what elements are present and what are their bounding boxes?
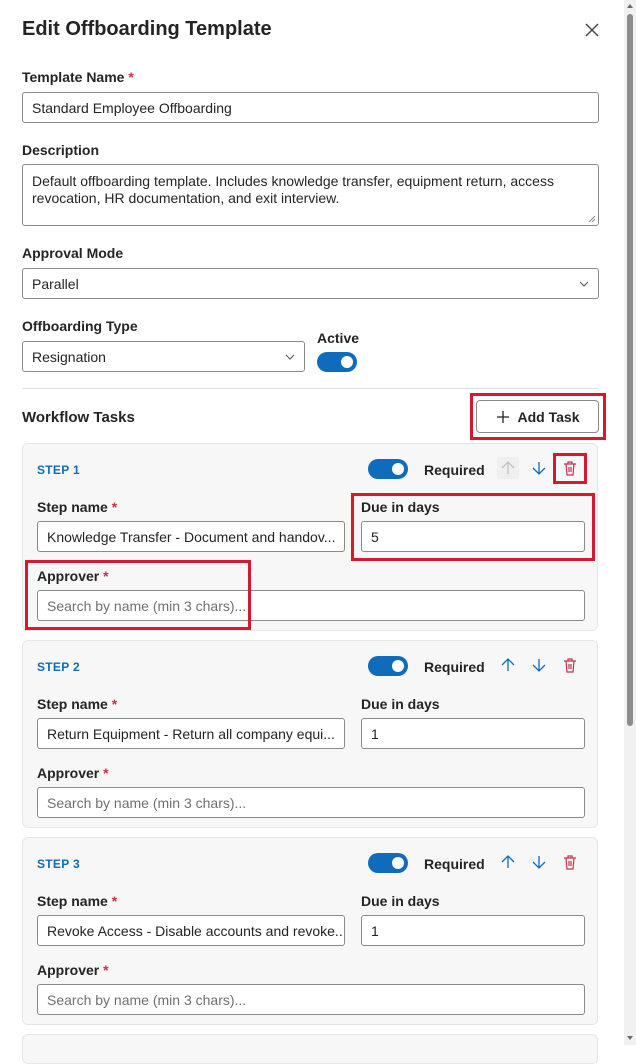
description-textarea[interactable]: Default offboarding template. Includes k… xyxy=(22,164,599,226)
step-name-value: Revoke Access - Disable accounts and rev… xyxy=(47,922,345,939)
required-toggle[interactable] xyxy=(368,656,408,676)
step-card-3: STEP 3 Required Step name * Revoke Acces… xyxy=(22,837,598,1025)
step-label: STEP 1 xyxy=(37,463,80,477)
due-days-label: Due in days xyxy=(361,696,440,712)
approval-mode-value: Parallel xyxy=(32,275,79,292)
due-days-input[interactable]: 1 xyxy=(361,718,585,749)
section-divider xyxy=(22,388,598,389)
required-label: Required xyxy=(424,659,485,675)
delete-step-button[interactable] xyxy=(559,654,581,676)
trash-icon xyxy=(564,461,576,476)
approver-placeholder: Search by name (min 3 chars)... xyxy=(47,991,247,1008)
chevron-down-icon xyxy=(285,354,295,360)
offboarding-type-label: Offboarding Type xyxy=(22,318,138,334)
arrow-up-icon xyxy=(501,855,515,868)
step-name-input[interactable]: Revoke Access - Disable accounts and rev… xyxy=(37,915,345,946)
panel-title: Edit Offboarding Template xyxy=(22,18,272,40)
vertical-scrollbar[interactable] xyxy=(624,0,636,1045)
approver-search-input[interactable]: Search by name (min 3 chars)... xyxy=(37,787,585,818)
step-card-1: STEP 1 Required Step name * Knowledge Tr… xyxy=(22,443,598,631)
template-name-input[interactable]: Standard Employee Offboarding xyxy=(22,92,599,123)
scroll-down-icon[interactable] xyxy=(626,1034,634,1042)
approver-label: Approver * xyxy=(37,962,109,978)
edit-template-panel: Edit Offboarding Template Template Name … xyxy=(0,0,624,1064)
required-toggle[interactable] xyxy=(368,459,408,479)
move-down-button[interactable] xyxy=(528,851,550,873)
arrow-down-icon xyxy=(532,462,546,475)
step-name-input[interactable]: Return Equipment - Return all company eq… xyxy=(37,718,345,749)
arrow-up-icon xyxy=(501,461,515,474)
offboarding-type-value: Resignation xyxy=(32,348,106,365)
move-down-button[interactable] xyxy=(528,457,550,479)
step-card-4 xyxy=(22,1034,598,1064)
active-label: Active xyxy=(317,330,360,346)
plus-icon xyxy=(496,410,509,423)
step-name-input[interactable]: Knowledge Transfer - Document and handov… xyxy=(37,521,345,552)
required-toggle[interactable] xyxy=(368,853,408,873)
arrow-down-icon xyxy=(532,659,546,672)
required-label: Required xyxy=(424,856,485,872)
scroll-up-icon[interactable] xyxy=(626,2,634,10)
description-value: Default offboarding template. Includes k… xyxy=(32,173,554,206)
workflow-tasks-heading: Workflow Tasks xyxy=(22,409,135,426)
arrow-up-icon xyxy=(501,658,515,671)
chevron-down-icon xyxy=(579,281,589,287)
offboarding-type-select[interactable]: Resignation xyxy=(22,341,305,372)
close-icon[interactable] xyxy=(582,20,602,40)
step-name-value: Return Equipment - Return all company eq… xyxy=(47,725,335,742)
due-days-value: 1 xyxy=(371,922,379,939)
move-down-button[interactable] xyxy=(528,654,550,676)
arrow-down-icon xyxy=(532,856,546,869)
trash-icon xyxy=(564,658,576,673)
add-task-label: Add Task xyxy=(517,408,580,425)
approval-mode-label: Approval Mode xyxy=(22,245,124,261)
approver-placeholder: Search by name (min 3 chars)... xyxy=(47,597,247,614)
delete-step-button[interactable] xyxy=(559,851,581,873)
step-name-label: Step name * xyxy=(37,696,118,712)
active-toggle[interactable] xyxy=(317,352,357,372)
step-name-label: Step name * xyxy=(37,893,118,909)
due-days-input[interactable]: 5 xyxy=(361,521,585,552)
description-label: Description xyxy=(22,142,100,158)
template-name-value: Standard Employee Offboarding xyxy=(32,99,232,116)
approver-search-input[interactable]: Search by name (min 3 chars)... xyxy=(37,984,585,1015)
due-days-input[interactable]: 1 xyxy=(361,915,585,946)
step-label: STEP 3 xyxy=(37,857,80,871)
approver-search-input[interactable]: Search by name (min 3 chars)... xyxy=(37,590,585,621)
resize-handle-icon[interactable] xyxy=(588,215,596,223)
step-card-2: STEP 2 Required Step name * Return Equip… xyxy=(22,640,598,828)
move-up-button[interactable] xyxy=(497,457,519,479)
approval-mode-select[interactable]: Parallel xyxy=(22,268,599,299)
delete-step-button[interactable] xyxy=(559,457,581,479)
due-days-label: Due in days xyxy=(361,499,440,515)
approver-label: Approver * xyxy=(37,765,109,781)
move-up-button[interactable] xyxy=(497,851,519,873)
add-task-button[interactable]: Add Task xyxy=(476,400,599,433)
move-up-button[interactable] xyxy=(497,654,519,676)
step-name-label: Step name * xyxy=(37,499,118,515)
step-name-value: Knowledge Transfer - Document and handov… xyxy=(47,528,336,545)
due-days-label: Due in days xyxy=(361,893,440,909)
trash-icon xyxy=(564,855,576,870)
due-days-value: 5 xyxy=(371,528,379,545)
step-label: STEP 2 xyxy=(37,660,80,674)
approver-placeholder: Search by name (min 3 chars)... xyxy=(47,794,247,811)
due-days-value: 1 xyxy=(371,725,379,742)
required-label: Required xyxy=(424,462,485,478)
template-name-label: Template Name * xyxy=(22,69,134,85)
approver-label: Approver * xyxy=(37,568,109,584)
scrollbar-thumb[interactable] xyxy=(627,14,633,726)
